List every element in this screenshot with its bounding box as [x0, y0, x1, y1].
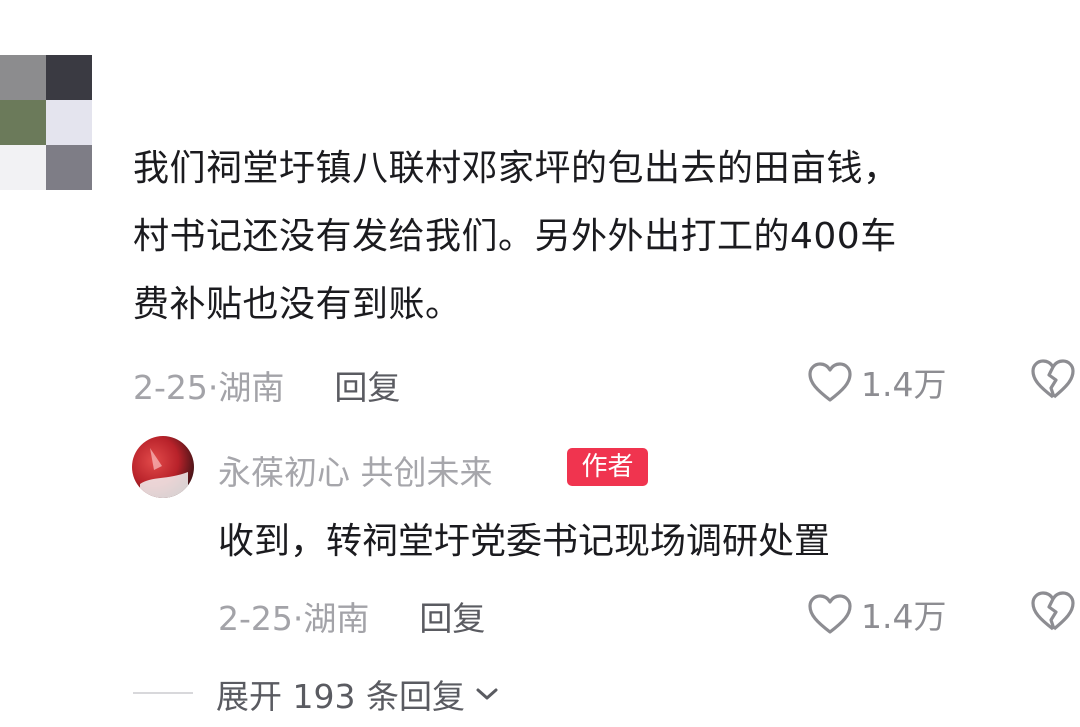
author-badge: 作者 [567, 448, 648, 486]
comment-line: 费补贴也没有到账。 [133, 284, 462, 325]
heart-outline-icon [808, 362, 852, 402]
reply-dislike-button[interactable] [1030, 590, 1076, 636]
broken-heart-icon [1031, 591, 1075, 631]
expand-replies-button[interactable]: 展开 193 条回复 [216, 670, 501, 718]
comment-dislike-button[interactable] [1030, 358, 1076, 404]
comment-text: 我们祠堂圩镇八联村邓家坪的包出去的田亩钱， 村书记还没有发给我们。另外外出打工的… [133, 135, 1063, 339]
reply-meta: 2-25·湖南 回复 [218, 592, 485, 640]
chevron-down-icon [476, 688, 498, 700]
reply-author-name[interactable]: 永葆初心 共创未来 [218, 446, 493, 494]
reply-reply-button[interactable]: 回复 [419, 592, 485, 640]
reply-avatar[interactable] [132, 436, 194, 498]
expand-replies-label: 展开 193 条回复 [216, 677, 465, 716]
broken-heart-icon [1031, 359, 1075, 399]
comment-date: 2-25·湖南 [133, 368, 285, 407]
reply-date: 2-25·湖南 [218, 599, 370, 638]
comment-line: 我们祠堂圩镇八联村邓家坪的包出去的田亩钱， [133, 148, 900, 189]
avatar-artwork [140, 448, 188, 498]
reply-text: 收到，转祠堂圩党委书记现场调研处置 [218, 521, 831, 562]
expand-divider [133, 692, 193, 694]
heart-outline-icon [808, 594, 852, 634]
comment-like-count: 1.4万 [861, 365, 947, 404]
reply-like-button[interactable]: 1.4万 [807, 590, 946, 638]
comment-reply-button[interactable]: 回复 [334, 361, 400, 409]
comment-like-button[interactable]: 1.4万 [807, 358, 946, 406]
comment-line: 村书记还没有发给我们。另外外出打工的400车 [133, 216, 897, 257]
reply-like-count: 1.4万 [861, 597, 947, 636]
comment-meta: 2-25·湖南 回复 [133, 361, 400, 409]
commenter-avatar[interactable] [0, 55, 92, 190]
